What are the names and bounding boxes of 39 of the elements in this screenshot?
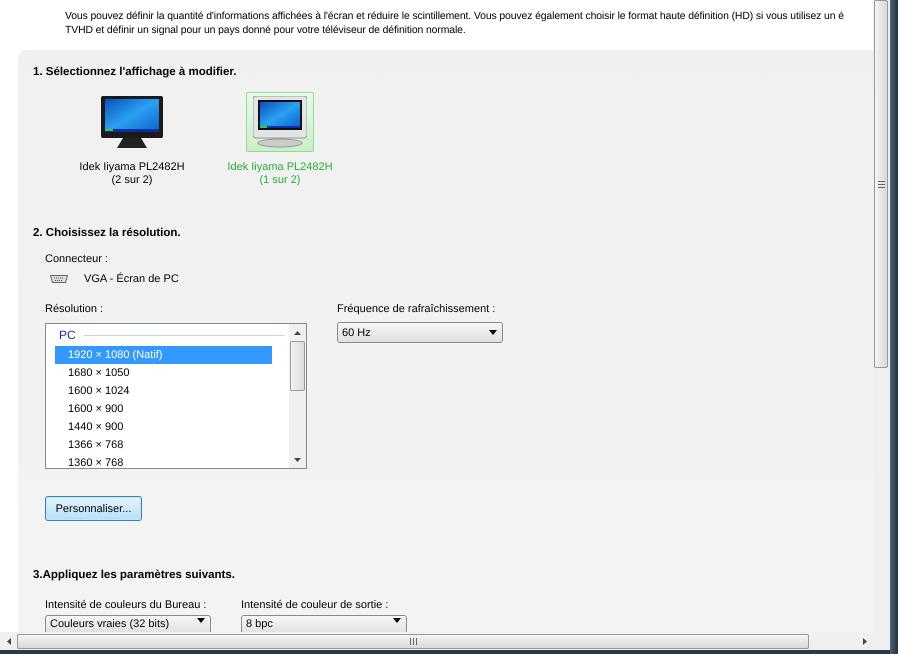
customize-button[interactable]: Personnaliser... (45, 496, 142, 521)
section-heading: 1. Sélectionnez l'affichage à modifier. (33, 66, 238, 78)
field-label: Intensité de couleurs du Bureau : (45, 599, 206, 611)
scroll-down-icon[interactable] (294, 458, 301, 462)
scrollbar-thumb[interactable] (290, 341, 305, 391)
dropdown[interactable]: Couleurs vraies (32 bits) (45, 615, 211, 632)
resolution-item[interactable]: 1600 × 900 (55, 400, 272, 418)
refresh-rate-dropdown[interactable]: 60 Hz (337, 322, 503, 343)
caret-icon (489, 330, 497, 335)
resolution-item[interactable]: 1440 × 900 (55, 418, 272, 436)
description-text: TVHD et définir un signal pour un pays donné pour votre téléviseur de définition normale. (65, 24, 467, 38)
resolution-list[interactable]: PC 1920 × 1080 (Natif) 1680 × 1050 1600 × 1024 1600 × 900 1440 × 900 1366 × 768 1360 × 768 (45, 323, 307, 469)
scroll-up-icon[interactable] (294, 330, 301, 334)
section-heading: 2. Choisissez la résolution. (33, 227, 182, 239)
caret-icon (393, 618, 401, 623)
display-label: Idek Iiyama PL2482H (2 sur 2) (79, 161, 185, 187)
caret-icon (197, 618, 205, 623)
refresh-rate-label: Fréquence de rafraîchissement : (337, 303, 496, 315)
field-label: Intensité de couleur de sortie : (241, 599, 388, 611)
scroll-right-icon[interactable] (862, 638, 866, 644)
scroll-left-icon[interactable] (6, 638, 10, 644)
resolution-label: Résolution : (45, 303, 104, 315)
display-tile[interactable] (246, 92, 314, 152)
display-label: Idek Iiyama PL2482H (1 sur 2) (227, 161, 333, 187)
monitor-icon (101, 96, 163, 148)
resolution-item[interactable]: 1366 × 768 (55, 436, 272, 454)
resolution-item[interactable]: 1360 × 768 (55, 454, 272, 468)
scrollbar-thumb[interactable] (17, 634, 809, 648)
description-text: Vous pouvez définir la quantité d'informations affichées à l'écran et réduire le scintillement. Vous pouvez également choisir le format haute définition (HD) si vous utilisez un é (65, 10, 845, 24)
dropdown[interactable]: 8 bpc (241, 615, 407, 632)
scrollbar-thumb[interactable] (874, 0, 888, 368)
connector-label: Connecteur : (45, 253, 108, 265)
monitor-icon (253, 96, 307, 148)
resolution-item[interactable]: 1600 × 1024 (55, 382, 272, 400)
section-heading: 3.Appliquez les paramètres suivants. (33, 569, 236, 581)
vga-port-icon (50, 275, 68, 283)
connector-value: VGA - Écran de PC (84, 273, 179, 285)
group-header: PC (59, 328, 76, 342)
resolution-item[interactable]: 1680 × 1050 (55, 364, 272, 382)
